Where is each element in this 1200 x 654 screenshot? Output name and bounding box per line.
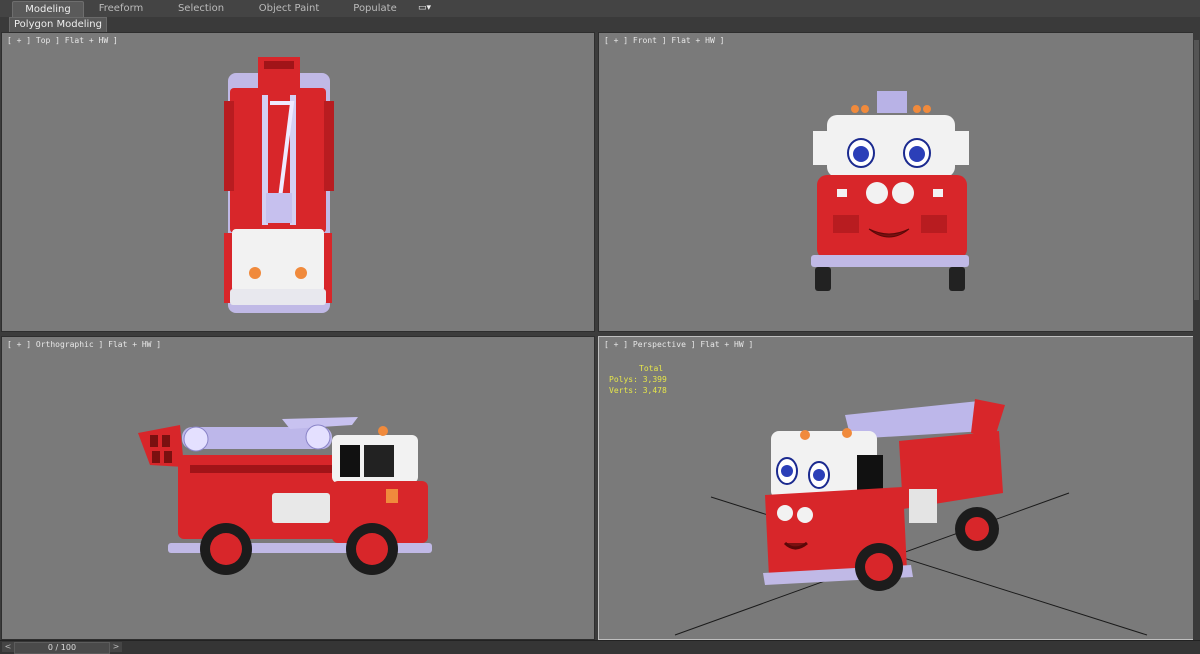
tab-selection[interactable]: Selection <box>172 1 230 16</box>
dropdown-options-icon[interactable]: ▭▾ <box>418 3 436 13</box>
top-view-truck <box>224 57 334 313</box>
prev-frame-button[interactable]: < <box>2 642 14 652</box>
viewport-front[interactable]: [ + ] Front ] Flat + HW ] <box>598 32 1194 332</box>
viewport-orthographic[interactable]: [ + ] Orthographic ] Flat + HW ] <box>1 336 595 640</box>
next-frame-button[interactable]: > <box>110 642 122 652</box>
time-slider-bar: < 0 / 100 > <box>0 640 1200 654</box>
viewport-scrollbar[interactable] <box>1193 32 1200 642</box>
side-view-truck <box>138 417 432 575</box>
viewport-top[interactable]: [ + ] Top ] Flat + HW ] <box>1 32 595 332</box>
tab-object-paint[interactable]: Object Paint <box>253 1 325 16</box>
scrollbar-thumb[interactable] <box>1194 40 1199 300</box>
subtab-bar: Polygon Modeling <box>0 17 1200 33</box>
tab-modeling[interactable]: Modeling <box>12 1 84 17</box>
time-slider[interactable]: 0 / 100 <box>14 642 110 654</box>
tab-polygon-modeling[interactable]: Polygon Modeling <box>9 17 107 33</box>
front-view-truck <box>811 91 969 291</box>
tab-populate[interactable]: Populate <box>345 1 405 16</box>
ribbon-tabs: Modeling Freeform Selection Object Paint… <box>0 0 1200 18</box>
viewport-perspective[interactable]: [ + ] Perspective ] Flat + HW ] Total Po… <box>598 336 1194 640</box>
perspective-view-truck <box>674 399 1148 636</box>
tab-freeform[interactable]: Freeform <box>92 1 150 16</box>
